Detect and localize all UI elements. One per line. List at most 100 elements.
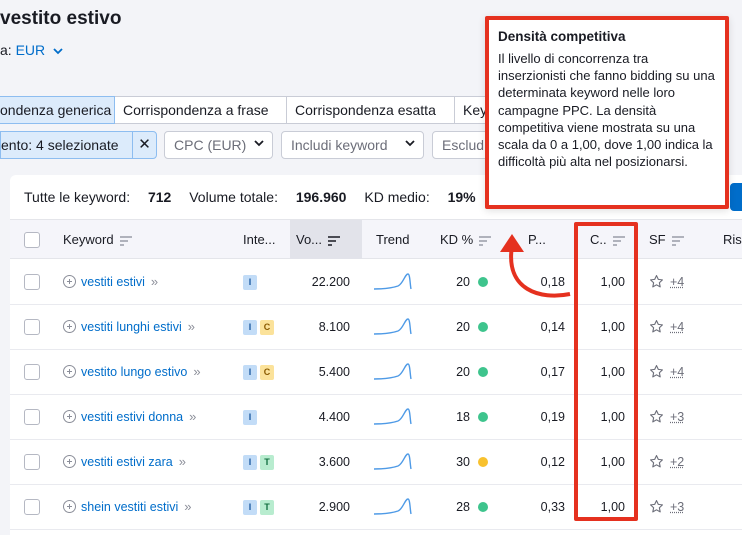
double-chevron-icon[interactable]: » [189, 409, 196, 424]
col-cpc[interactable]: P... [528, 220, 546, 259]
add-keyword-icon[interactable] [63, 410, 76, 424]
sort-icon [671, 235, 684, 246]
intent-badge: C [260, 320, 274, 336]
sort-icon [328, 235, 341, 246]
intent-badge: C [260, 365, 274, 381]
col-volume[interactable]: Vo... [290, 220, 362, 259]
tab-phrase-match[interactable]: Corrispondenza a frase [115, 96, 287, 124]
tab-broad-match[interactable]: ondenza generica [0, 96, 115, 124]
double-chevron-icon[interactable]: » [151, 274, 158, 289]
intent-badge: I [243, 500, 257, 516]
trend-chart-icon [373, 453, 412, 470]
trend-sparkline [373, 452, 414, 472]
intent-badge: I [243, 320, 257, 336]
total-volume: 196.960 [295, 189, 347, 205]
cpc-cell: 0,12 [540, 455, 565, 469]
currency-selector[interactable]: a: EUR [0, 42, 63, 58]
intent-cell: I [243, 395, 260, 439]
keyword-link[interactable]: vestiti estivi zara [81, 455, 173, 469]
sf-count[interactable]: +4 [670, 275, 684, 289]
sf-cell: +2 [649, 440, 684, 484]
exclude-keyword-dropdown[interactable]: Esclud [432, 131, 492, 159]
currency-value[interactable]: EUR [16, 42, 46, 58]
add-keyword-icon[interactable] [63, 500, 76, 514]
add-keyword-icon[interactable] [63, 455, 76, 469]
keyword-link[interactable]: vestito lungo estivo [81, 365, 187, 379]
col-sf[interactable]: SF [649, 220, 684, 259]
clear-filter-icon[interactable]: ✕ [132, 132, 156, 158]
double-chevron-icon[interactable]: » [184, 499, 191, 514]
kd-status-dot [478, 501, 488, 512]
currency-label: a: [0, 42, 12, 58]
intent-cell: IC [243, 350, 277, 394]
intent-cell: I [243, 260, 260, 304]
col-trend[interactable]: Trend [376, 220, 409, 259]
row-checkbox[interactable] [24, 499, 40, 515]
volume-cell: 4.400 [318, 410, 350, 424]
sf-count[interactable]: +2 [670, 455, 684, 469]
row-checkbox[interactable] [24, 454, 40, 470]
sf-cell: +4 [649, 350, 684, 394]
intent-badge: I [243, 365, 257, 381]
trend-chart-icon [373, 363, 412, 380]
tab-exact-match[interactable]: Corrispondenza esatta [287, 96, 455, 124]
match-type-tabs: ondenza generica Corrispondenza a frase … [0, 96, 495, 124]
keyword-link[interactable]: vestiti lunghi estivi [81, 320, 182, 334]
volume-cell: 5.400 [318, 365, 350, 379]
export-button[interactable] [730, 183, 742, 211]
intent-filter-chip[interactable]: ento: 4 selezionate ✕ [0, 131, 157, 159]
col-results[interactable]: Risu [723, 220, 742, 259]
kd-cell: 18 [456, 410, 470, 424]
sf-count[interactable]: +4 [670, 320, 684, 334]
col-kd[interactable]: KD % [440, 220, 492, 259]
star-icon[interactable] [649, 499, 664, 514]
intent-badge: I [243, 455, 257, 471]
page-title: vestito estivo [0, 8, 122, 29]
keyword-link[interactable]: shein vestiti estivi [81, 500, 178, 514]
star-icon[interactable] [649, 454, 664, 469]
keyword-link[interactable]: vestiti estivi [81, 275, 145, 289]
trend-sparkline [373, 407, 414, 427]
tooltip-body: Il livello di concorrenza tra inserzioni… [498, 51, 715, 170]
keyword-link[interactable]: vestiti estivi donna [81, 410, 183, 424]
intent-badge: I [243, 275, 257, 291]
sf-count[interactable]: +3 [670, 410, 684, 424]
sf-cell: +4 [649, 305, 684, 349]
sf-count[interactable]: +3 [670, 500, 684, 514]
row-checkbox[interactable] [24, 409, 40, 425]
cpc-cell: 0,33 [540, 500, 565, 514]
star-icon[interactable] [649, 409, 664, 424]
double-chevron-icon[interactable]: » [193, 364, 200, 379]
col-intent[interactable]: Inte... [243, 220, 276, 259]
intent-filter-label: ento: 4 selezionate [1, 137, 119, 153]
trend-chart-icon [373, 408, 412, 425]
add-keyword-icon[interactable] [63, 320, 76, 334]
star-icon[interactable] [649, 319, 664, 334]
star-icon[interactable] [649, 364, 664, 379]
star-icon[interactable] [649, 274, 664, 289]
include-keyword-dropdown[interactable]: Includi keyword [281, 131, 424, 159]
sf-cell: +3 [649, 395, 684, 439]
add-keyword-icon[interactable] [63, 275, 76, 289]
sf-count[interactable]: +4 [670, 365, 684, 379]
kd-status-dot [478, 411, 488, 422]
col-keyword[interactable]: Keyword [63, 220, 132, 259]
average-kd: 19% [447, 189, 476, 205]
double-chevron-icon[interactable]: » [188, 319, 195, 334]
trend-sparkline [373, 317, 414, 337]
cpc-cell: 0,17 [540, 365, 565, 379]
volume-cell: 22.200 [311, 275, 350, 289]
cpc-cell: 0,18 [540, 275, 565, 289]
volume-cell: 8.100 [318, 320, 350, 334]
volume-cell: 2.900 [318, 500, 350, 514]
add-keyword-icon[interactable] [63, 365, 76, 379]
row-checkbox[interactable] [24, 364, 40, 380]
row-checkbox[interactable] [24, 274, 40, 290]
row-checkbox[interactable] [24, 319, 40, 335]
cpc-filter-dropdown[interactable]: CPC (EUR) [164, 131, 273, 159]
sort-icon [479, 235, 492, 246]
intent-cell: IT [243, 440, 277, 484]
double-chevron-icon[interactable]: » [179, 454, 186, 469]
select-all-checkbox[interactable] [24, 232, 40, 248]
tooltip-title: Densità competitiva [498, 29, 626, 44]
